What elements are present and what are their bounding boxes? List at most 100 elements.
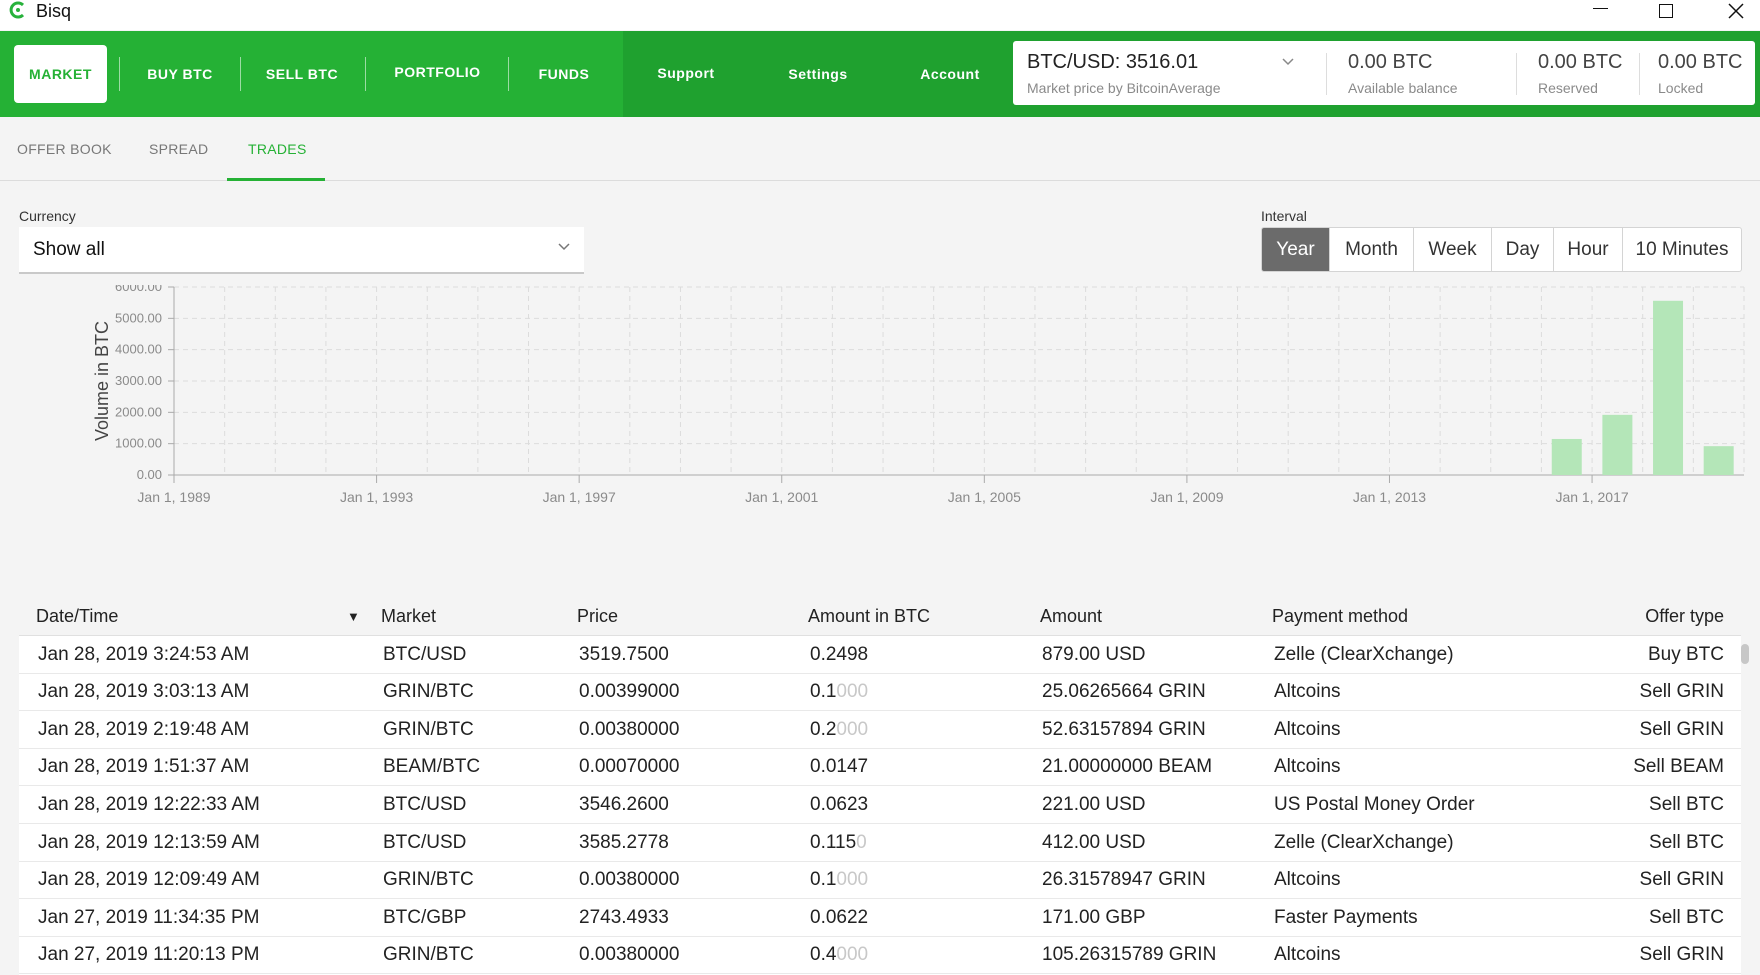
column-header-market[interactable]: Market <box>381 596 436 636</box>
trade-volume-chart: 6000.00 5000.00 4000.00 3000.00 2000.00 1000.… <box>80 285 1760 585</box>
minimize-icon[interactable] <box>1572 0 1628 22</box>
maximize-icon[interactable] <box>1638 0 1694 22</box>
tab-spread[interactable]: SPREAD <box>149 117 208 181</box>
amount-btc-padding: 000 <box>836 718 869 740</box>
tab-offer-book[interactable]: OFFER BOOK <box>17 117 112 181</box>
interval-toggle-group: Year Month Week Day Hour 10 Minutes <box>1261 227 1742 272</box>
nav-support-button[interactable]: Support <box>636 30 736 116</box>
cell-offer-type: Sell GRIN <box>1639 681 1724 703</box>
table-row[interactable]: Jan 27, 2019 11:20:13 PM GRIN/BTC 0.003800… <box>19 936 1741 975</box>
x-axis-tick-label: Jan 1, 2013 <box>1353 489 1426 505</box>
nav-account-button[interactable]: Account <box>900 31 1000 117</box>
amount-btc-value: 0.2 <box>810 718 837 740</box>
nav-funds-button[interactable]: FUNDS <box>512 31 616 117</box>
cell-amount: 105.26315789 GRIN <box>1042 944 1217 966</box>
cell-market: BTC/USD <box>383 643 467 665</box>
cell-amount: 26.31578947 GRIN <box>1042 869 1206 891</box>
cell-datetime: Jan 28, 2019 3:03:13 AM <box>38 681 250 703</box>
interval-week-button[interactable]: Week <box>1414 228 1492 271</box>
nav-sell-btc-button[interactable]: SELL BTC <box>244 31 360 117</box>
cell-amount: 52.63157894 GRIN <box>1042 718 1206 740</box>
interval-day-button[interactable]: Day <box>1492 228 1554 271</box>
table-scrollbar[interactable] <box>1741 644 1749 664</box>
interval-month-button[interactable]: Month <box>1330 228 1414 271</box>
locked-value: 0.00 BTC <box>1658 51 1743 73</box>
panel-divider <box>1326 53 1327 95</box>
nav-settings-button[interactable]: Settings <box>768 31 868 117</box>
amount-btc-value: 0.0623 <box>810 793 869 815</box>
cell-offer-type: Sell GRIN <box>1639 869 1724 891</box>
x-axis-tick-label: Jan 1, 1997 <box>543 489 616 505</box>
cell-amount: 879.00 USD <box>1042 643 1146 665</box>
cell-payment-method: Altcoins <box>1274 718 1341 740</box>
cell-market: GRIN/BTC <box>383 718 474 740</box>
cell-datetime: Jan 28, 2019 12:09:49 AM <box>38 869 260 891</box>
table-row[interactable]: Jan 28, 2019 3:24:53 AM BTC/USD 3519.7500 0… <box>19 636 1741 674</box>
table-row[interactable]: Jan 28, 2019 12:09:49 AM GRIN/BTC 0.003800… <box>19 861 1741 900</box>
currency-dropdown[interactable]: Show all <box>19 227 584 274</box>
cell-payment-method: Zelle (ClearXchange) <box>1274 643 1454 665</box>
nav-market-button[interactable]: MARKET <box>14 45 107 103</box>
y-axis-tick-label: 0.00 <box>137 467 162 482</box>
cell-datetime: Jan 27, 2019 11:20:13 PM <box>38 944 260 966</box>
locked-label: Locked <box>1658 80 1704 96</box>
column-header-payment-method[interactable]: Payment method <box>1272 596 1408 636</box>
cell-price: 0.00399000 <box>579 681 680 703</box>
column-header-price[interactable]: Price <box>577 596 618 636</box>
cell-datetime: Jan 28, 2019 12:22:33 AM <box>38 793 260 815</box>
volume-bar <box>1703 446 1734 475</box>
x-axis-tick-label: Jan 1, 2001 <box>745 489 818 505</box>
cell-amount: 171.00 GBP <box>1042 906 1146 928</box>
table-row[interactable]: Jan 28, 2019 12:22:33 AM BTC/USD 3546.2600… <box>19 786 1741 824</box>
nav-divider <box>365 57 366 91</box>
interval-year-button[interactable]: Year <box>1262 228 1330 271</box>
cell-payment-method: Faster Payments <box>1274 906 1418 928</box>
interval-hour-button[interactable]: Hour <box>1554 228 1623 271</box>
cell-datetime: Jan 28, 2019 12:13:59 AM <box>38 831 260 853</box>
table-row[interactable]: Jan 28, 2019 2:19:48 AM GRIN/BTC 0.0038000… <box>19 711 1741 749</box>
cell-offer-type: Sell GRIN <box>1639 718 1724 740</box>
currency-selected-value: Show all <box>33 238 105 260</box>
nav-buy-btc-button[interactable]: BUY BTC <box>122 31 238 117</box>
bisq-logo-icon <box>9 1 27 19</box>
tab-trades[interactable]: TRADES <box>248 117 307 181</box>
cell-amount-btc: 0.115 0 <box>810 824 867 861</box>
cell-datetime: Jan 28, 2019 1:51:37 AM <box>38 756 250 778</box>
y-axis-tick-label: 3000.00 <box>115 373 162 388</box>
sort-descending-icon[interactable]: ▼ <box>347 609 360 624</box>
nav-divider <box>508 57 509 91</box>
table-row[interactable]: Jan 28, 2019 3:03:13 AM GRIN/BTC 0.0039900… <box>19 673 1741 712</box>
cell-amount-btc: 0.4 000 <box>810 937 868 974</box>
column-header-datetime[interactable]: Date/Time <box>36 596 118 636</box>
nav-portfolio-button[interactable]: PORTFOLIO <box>370 29 505 115</box>
interval-10-minutes-button[interactable]: 10 Minutes <box>1623 228 1741 271</box>
currency-label: Currency <box>19 208 76 224</box>
cell-payment-method: US Postal Money Order <box>1274 793 1475 815</box>
cell-market: BEAM/BTC <box>383 756 481 778</box>
column-header-offer-type[interactable]: Offer type <box>1599 596 1724 636</box>
market-price-selector[interactable]: BTC/USD: 3516.01 <box>1027 51 1198 74</box>
y-axis-tick-label: 1000.00 <box>115 436 162 451</box>
table-row[interactable]: Jan 28, 2019 1:51:37 AM BEAM/BTC 0.0007000… <box>19 748 1741 787</box>
amount-btc-value: 0.0147 <box>810 756 869 778</box>
cell-payment-method: Altcoins <box>1274 869 1341 891</box>
column-header-amount-btc[interactable]: Amount in BTC <box>808 596 930 636</box>
chevron-down-icon[interactable] <box>1281 55 1295 69</box>
column-header-amount[interactable]: Amount <box>1040 596 1102 636</box>
cell-payment-method: Altcoins <box>1274 756 1341 778</box>
available-balance-value: 0.00 BTC <box>1348 51 1433 73</box>
cell-price: 0.00380000 <box>579 944 680 966</box>
chevron-down-icon <box>556 239 572 258</box>
amount-btc-padding: 000 <box>836 681 869 703</box>
cell-price: 0.00380000 <box>579 869 680 891</box>
y-axis-tick-label: 6000.00 <box>115 285 162 294</box>
table-row[interactable]: Jan 27, 2019 11:34:35 PM BTC/GBP 2743.4933… <box>19 899 1741 937</box>
table-row[interactable]: Jan 28, 2019 12:13:59 AM BTC/USD 3585.2778… <box>19 824 1741 862</box>
amount-btc-value: 0.1 <box>810 869 837 891</box>
y-axis-label: Volume in BTC <box>92 321 112 441</box>
trade-volume-chart-svg: 6000.00 5000.00 4000.00 3000.00 2000.00 1000.… <box>92 285 1745 505</box>
close-icon[interactable] <box>1708 0 1760 22</box>
cell-price: 0.00380000 <box>579 718 680 740</box>
y-axis-tick-label: 2000.00 <box>115 404 162 419</box>
cell-market: BTC/USD <box>383 831 467 853</box>
